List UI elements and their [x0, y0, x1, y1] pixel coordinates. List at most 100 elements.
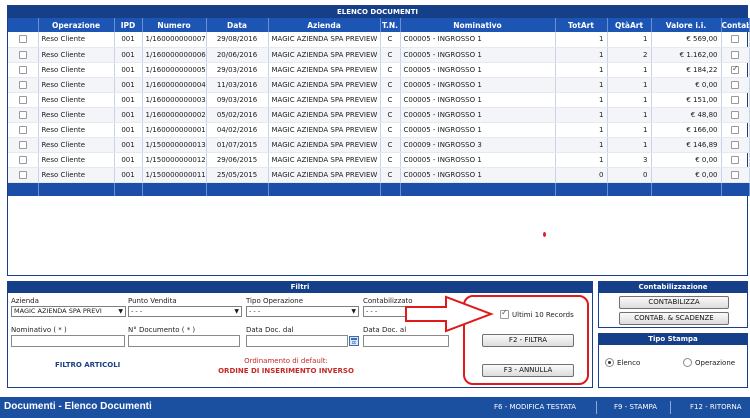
column-header-data[interactable]: Data: [206, 18, 269, 32]
row-checkbox[interactable]: [18, 50, 27, 59]
nominativo-cell: C00005 - INGROSSO 1: [400, 107, 556, 123]
contab-cell: [721, 152, 750, 168]
table-row[interactable]: Reso Cliente 001 1/160000000003 09/03/2016 M…: [8, 92, 750, 108]
data-dal-input[interactable]: [246, 335, 348, 347]
separator: [596, 401, 597, 414]
valore-cell: € 0,00: [651, 167, 722, 183]
row-checkbox[interactable]: [18, 110, 27, 119]
document-list-title: ELENCO DOCUMENTI: [8, 6, 747, 18]
row-select-cell[interactable]: [8, 32, 39, 48]
column-header-tn[interactable]: T.N.: [380, 18, 401, 32]
row-select-cell[interactable]: [8, 137, 39, 153]
table-row[interactable]: Reso Cliente 001 1/160000000001 04/02/2016 M…: [8, 122, 750, 138]
column-header-qtaart[interactable]: QtàArt: [607, 18, 652, 32]
column-header-select[interactable]: [8, 18, 39, 32]
row-checkbox[interactable]: [18, 80, 27, 89]
row-checkbox[interactable]: [18, 125, 27, 134]
tn-cell: C: [380, 152, 401, 168]
valore-cell: € 151,00: [651, 92, 722, 108]
nominativo-input[interactable]: [11, 335, 125, 347]
row-select-cell[interactable]: [8, 92, 39, 108]
data-dal-label: Data Doc. dal: [246, 326, 294, 334]
contab-scadenze-button[interactable]: CONTAB. & SCADENZE: [619, 312, 729, 325]
row-select-cell[interactable]: [8, 77, 39, 93]
table-row[interactable]: Reso Cliente 001 1/160000000007 29/08/2016 M…: [8, 32, 750, 48]
tipo-operazione-select[interactable]: - - - ▼: [246, 306, 359, 317]
tipo-stampa-title: Tipo Stampa: [599, 334, 747, 345]
totart-cell: 1: [555, 92, 608, 108]
contab-checkbox: [731, 110, 739, 119]
totart-cell: 1: [555, 77, 608, 93]
ordinamento-note: Ordinamento di default: ORDINE DI INSERI…: [210, 356, 362, 376]
column-header-valore[interactable]: Valore i.i.: [651, 18, 722, 32]
column-header-totart[interactable]: TotArt: [555, 18, 608, 32]
radio-selected-icon[interactable]: [605, 358, 614, 367]
radio-operazione[interactable]: Operazione: [683, 358, 735, 367]
column-header-nominativo[interactable]: Nominativo: [400, 18, 556, 32]
document-table: Operazione IPD Numero Data Azienda T.N. …: [8, 18, 750, 196]
table-row[interactable]: Reso Cliente 001 1/150000000013 01/07/2015 M…: [8, 137, 750, 153]
row-select-cell[interactable]: [8, 167, 39, 183]
contab-checkbox: [731, 125, 739, 134]
table-row[interactable]: Reso Cliente 001 1/160000000004 11/03/2016 M…: [8, 77, 750, 93]
row-checkbox[interactable]: [18, 170, 27, 179]
numero-cell: 1/160000000005: [142, 62, 207, 78]
filtro-articoli-link[interactable]: FILTRO ARTICOLI: [55, 361, 120, 369]
ipd-cell: 001: [114, 122, 143, 138]
contab-cell: [721, 47, 750, 63]
table-row[interactable]: Reso Cliente 001 1/160000000002 05/02/2016 M…: [8, 107, 750, 123]
column-header-azienda[interactable]: Azienda: [268, 18, 381, 32]
table-row[interactable]: Reso Cliente 001 1/150000000011 25/05/2015 M…: [8, 167, 750, 183]
column-header-numero[interactable]: Numero: [142, 18, 207, 32]
contabilizzato-select[interactable]: - - -: [363, 306, 411, 317]
azienda-select[interactable]: MAGIC AZIENDA SPA PREVI ▼: [11, 306, 126, 317]
punto-vendita-select-value: - - -: [131, 307, 143, 315]
data-cell: 29/03/2016: [206, 62, 269, 78]
data-al-input[interactable]: [363, 335, 449, 347]
tn-cell: C: [380, 122, 401, 138]
row-select-cell[interactable]: [8, 152, 39, 168]
qtaart-cell: 1: [607, 107, 652, 123]
annulla-button[interactable]: F3 - ANNULLA: [482, 364, 574, 377]
row-checkbox[interactable]: [18, 65, 27, 74]
tn-cell: C: [380, 107, 401, 123]
table-row[interactable]: Reso Cliente 001 1/150000000012 29/06/2015 M…: [8, 152, 750, 168]
valore-cell: € 0,00: [651, 77, 722, 93]
status-bar: Documenti - Elenco Documenti F6 - MODIFI…: [0, 397, 750, 418]
contab-checkbox: [731, 80, 739, 89]
contab-checkbox: [731, 64, 739, 74]
f6-modifica-testata-button[interactable]: F6 - MODIFICA TESTATA: [494, 403, 576, 411]
totart-cell: 1: [555, 122, 608, 138]
row-checkbox[interactable]: [18, 95, 27, 104]
nominativo-cell: C00005 - INGROSSO 1: [400, 62, 556, 78]
contab-checkbox: [731, 170, 739, 179]
row-checkbox[interactable]: [18, 155, 27, 164]
row-checkbox[interactable]: [18, 35, 27, 44]
n-documento-input[interactable]: [128, 335, 240, 347]
f9-stampa-button[interactable]: F9 - STAMPA: [614, 403, 657, 411]
operazione-cell: Reso Cliente: [38, 152, 115, 168]
contabilizza-button[interactable]: CONTABILIZZA: [619, 296, 729, 309]
row-select-cell[interactable]: [8, 122, 39, 138]
ipd-cell: 001: [114, 77, 143, 93]
row-select-cell[interactable]: [8, 62, 39, 78]
table-row[interactable]: Reso Cliente 001 1/160000000006 20/06/2016 M…: [8, 47, 750, 63]
filtra-button[interactable]: F2 - FILTRA: [482, 334, 574, 347]
dropdown-arrow-icon: ▼: [118, 308, 123, 315]
row-select-cell[interactable]: [8, 107, 39, 123]
column-header-ipd[interactable]: IPD: [114, 18, 143, 32]
table-row[interactable]: Reso Cliente 001 1/160000000005 29/03/2016 M…: [8, 62, 750, 78]
column-header-contab[interactable]: Contab: [721, 18, 750, 32]
radio-elenco[interactable]: Elenco: [605, 358, 640, 367]
azienda-cell: MAGIC AZIENDA SPA PREVIEW: [268, 32, 381, 48]
row-checkbox[interactable]: [18, 140, 27, 149]
f12-ritorna-button[interactable]: F12 - RITORNA: [690, 403, 742, 411]
row-select-cell[interactable]: [8, 47, 39, 63]
ultimi-10-records-checkbox[interactable]: Ultimi 10 Records: [500, 308, 574, 319]
radio-unselected-icon[interactable]: [683, 358, 692, 367]
column-header-operazione[interactable]: Operazione: [38, 18, 115, 32]
calendar-icon[interactable]: [349, 336, 359, 346]
checkbox-icon[interactable]: [500, 308, 509, 319]
operazione-cell: Reso Cliente: [38, 47, 115, 63]
punto-vendita-select[interactable]: - - - ▼: [128, 306, 242, 317]
